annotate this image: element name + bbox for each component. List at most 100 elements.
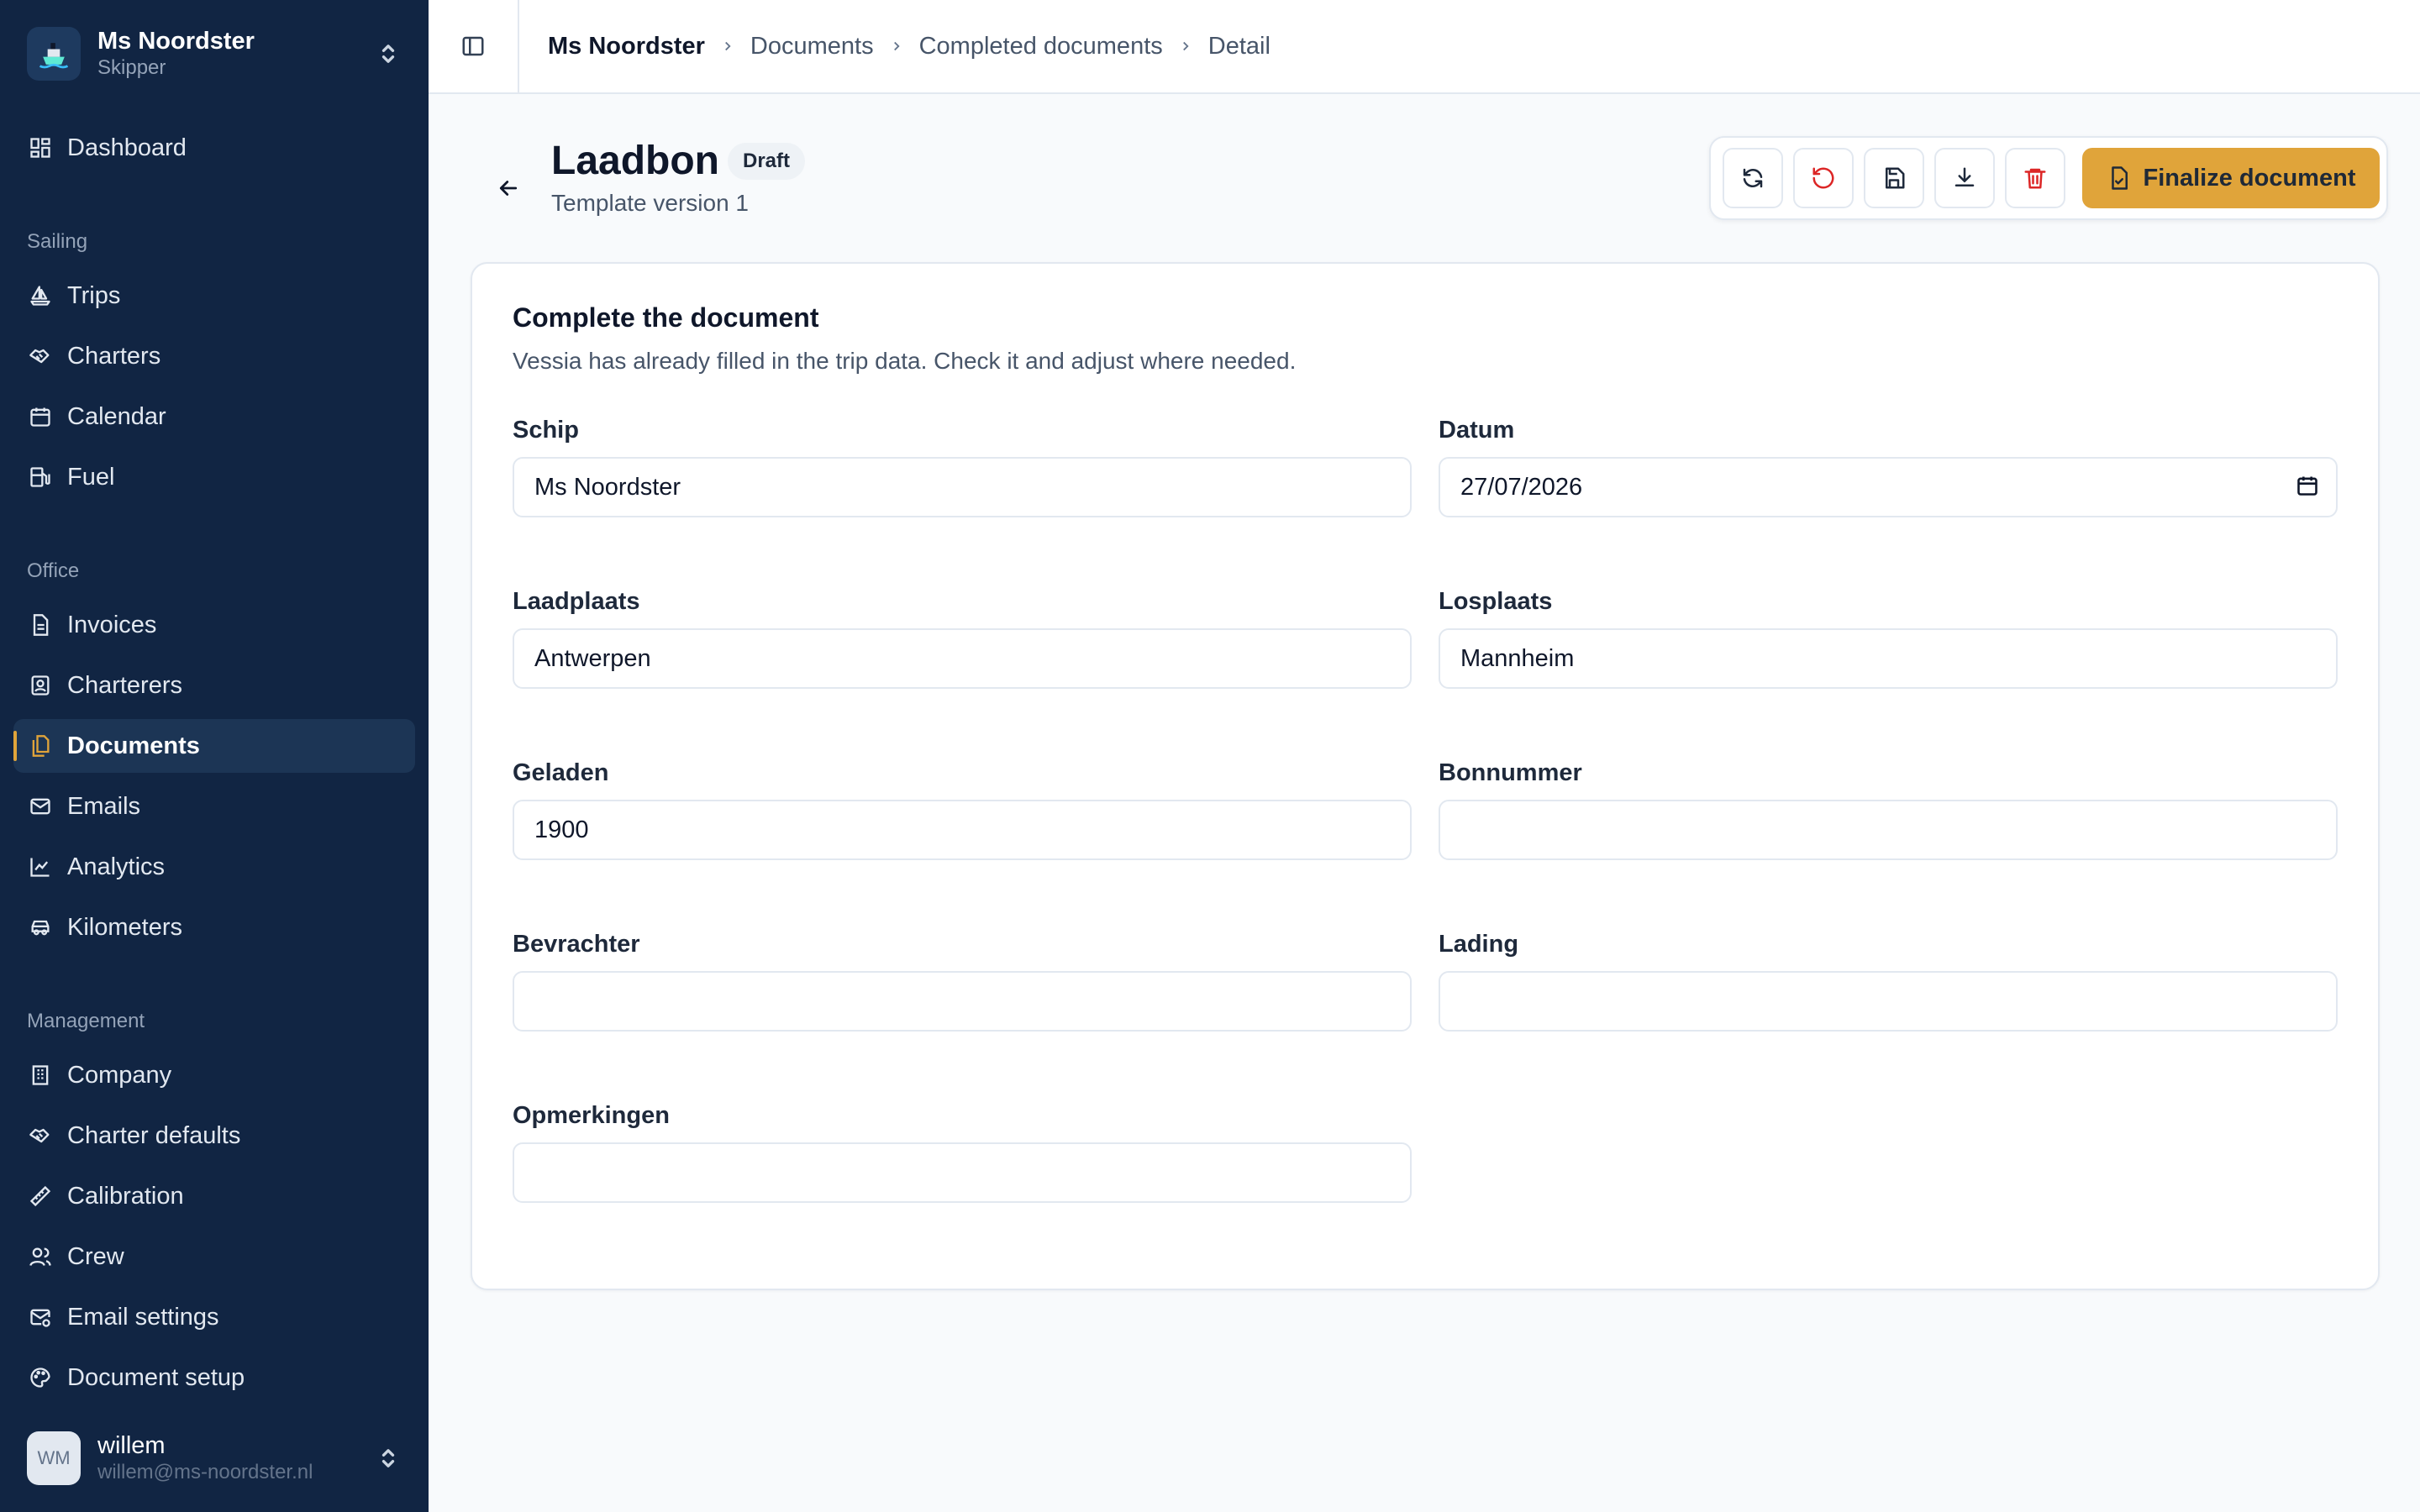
bonnummer-input[interactable] <box>1439 800 2338 860</box>
avatar: WM <box>27 1431 81 1485</box>
sidebar: Ms Noordster Skipper Dashboard Sailing T… <box>0 0 429 1512</box>
main-content: Ms Noordster Documents Completed documen… <box>429 0 2420 1512</box>
finalize-label: Finalize document <box>2143 164 2356 192</box>
nav-document-setup[interactable]: Document setup <box>13 1351 415 1404</box>
fuel-icon <box>27 464 54 491</box>
page-title: Laadbon <box>551 139 719 183</box>
nav-calibration[interactable]: Calibration <box>13 1169 415 1223</box>
nav-analytics[interactable]: Analytics <box>13 840 415 894</box>
breadcrumb-documents[interactable]: Documents <box>750 33 874 60</box>
ship-logo-icon <box>27 27 81 81</box>
sailboat-icon <box>27 282 54 309</box>
lading-label: Lading <box>1439 931 1519 958</box>
datum-label: Datum <box>1439 417 1515 444</box>
nav-documents[interactable]: Documents <box>13 719 415 773</box>
top-bar: Ms Noordster Documents Completed documen… <box>429 0 2420 94</box>
calendar-icon <box>27 403 54 430</box>
nav-kilometers[interactable]: Kilometers <box>13 900 415 954</box>
handshake-icon <box>27 1122 54 1149</box>
user-menu[interactable]: WM willem willem@ms-noordster.nl <box>27 1428 402 1488</box>
losplaats-input[interactable] <box>1439 628 2338 689</box>
losplaats-label: Losplaats <box>1439 588 1553 615</box>
nav-emails[interactable]: Emails <box>13 780 415 833</box>
breadcrumb-completed-documents[interactable]: Completed documents <box>919 33 1163 60</box>
laadplaats-label: Laadplaats <box>513 588 640 615</box>
arrow-left-icon <box>499 181 518 196</box>
save-icon <box>1886 167 1905 189</box>
rotate-ccw-icon <box>1812 167 1834 189</box>
nav-label: Documents <box>67 732 200 759</box>
ruler-icon <box>27 1183 54 1210</box>
refresh-button[interactable] <box>1723 148 1783 208</box>
card-description: Vessia has already filled in the trip da… <box>513 348 1297 374</box>
finalize-document-button[interactable]: Finalize document <box>2082 148 2380 208</box>
nav-email-settings[interactable]: Email settings <box>13 1290 415 1344</box>
nav-trips[interactable]: Trips <box>13 269 415 323</box>
nav-label: Fuel <box>67 463 115 491</box>
users-icon <box>27 1243 54 1270</box>
bevrachter-input[interactable] <box>513 971 1412 1032</box>
user-name: willem <box>97 1432 166 1459</box>
page-header: Laadbon Draft Template version 1 Finaliz… <box>429 94 2420 262</box>
schip-label: Schip <box>513 417 579 444</box>
nav-charter-defaults[interactable]: Charter defaults <box>13 1109 415 1163</box>
chevron-right-icon <box>889 39 904 54</box>
opmerkingen-input[interactable] <box>513 1142 1412 1203</box>
vessel-name: Ms Noordster <box>97 28 255 55</box>
nav-label: Crew <box>67 1242 124 1270</box>
trash-icon <box>2024 168 2046 189</box>
geladen-input[interactable] <box>513 800 1412 860</box>
nav-label: Dashboard <box>67 134 187 161</box>
building-icon <box>27 1062 54 1089</box>
calendar-icon[interactable] <box>2296 474 2319 501</box>
laadplaats-input[interactable] <box>513 628 1412 689</box>
nav-charters[interactable]: Charters <box>13 329 415 383</box>
datum-input[interactable] <box>1439 457 2338 517</box>
nav-fuel[interactable]: Fuel <box>13 450 415 504</box>
car-icon <box>27 914 54 941</box>
chevron-right-icon <box>720 39 735 54</box>
reset-button[interactable] <box>1793 148 1854 208</box>
nav-crew[interactable]: Crew <box>13 1230 415 1284</box>
nav-label: Charter defaults <box>67 1121 241 1149</box>
nav-label: Charterers <box>67 671 182 699</box>
file-text-icon <box>27 612 54 638</box>
nav-charterers[interactable]: Charterers <box>13 659 415 712</box>
nav-label: Analytics <box>67 853 166 880</box>
geladen-label: Geladen <box>513 759 609 786</box>
nav-label: Charters <box>67 342 161 370</box>
nav-company[interactable]: Company <box>13 1048 415 1102</box>
breadcrumb-vessel[interactable]: Ms Noordster <box>548 33 705 60</box>
vessel-switcher[interactable]: Ms Noordster Skipper <box>27 25 402 82</box>
lading-input[interactable] <box>1439 971 2338 1032</box>
nav-label: Company <box>67 1061 172 1089</box>
user-role: Skipper <box>97 56 166 79</box>
nav-calendar[interactable]: Calendar <box>13 390 415 444</box>
nav-label: Document setup <box>67 1363 245 1391</box>
sidebar-toggle-button[interactable] <box>429 0 519 93</box>
mail-settings-icon <box>27 1304 54 1331</box>
download-button[interactable] <box>1934 148 1995 208</box>
back-button[interactable] <box>479 163 538 213</box>
nav-dashboard[interactable]: Dashboard <box>13 121 415 175</box>
template-version: Template version 1 <box>551 190 750 216</box>
breadcrumb: Ms Noordster Documents Completed documen… <box>519 33 1270 60</box>
mail-icon <box>27 793 54 820</box>
chevron-right-icon <box>1178 39 1193 54</box>
nav-label: Emails <box>67 792 141 820</box>
save-button[interactable] <box>1864 148 1924 208</box>
schip-input[interactable] <box>513 457 1412 517</box>
chevrons-up-down-icon <box>375 37 402 71</box>
dashboard-icon <box>27 134 54 161</box>
palette-icon <box>27 1364 54 1391</box>
files-icon <box>27 732 54 759</box>
file-check-icon <box>2107 165 2132 191</box>
opmerkingen-label: Opmerkingen <box>513 1102 670 1129</box>
delete-button[interactable] <box>2005 148 2065 208</box>
user-email: willem@ms-noordster.nl <box>97 1461 313 1483</box>
document-toolbar: Finalize document <box>1709 136 2388 220</box>
panel-left-icon <box>462 36 484 56</box>
nav-label: Calibration <box>67 1182 184 1210</box>
status-badge: Draft <box>728 143 806 180</box>
nav-invoices[interactable]: Invoices <box>13 598 415 652</box>
